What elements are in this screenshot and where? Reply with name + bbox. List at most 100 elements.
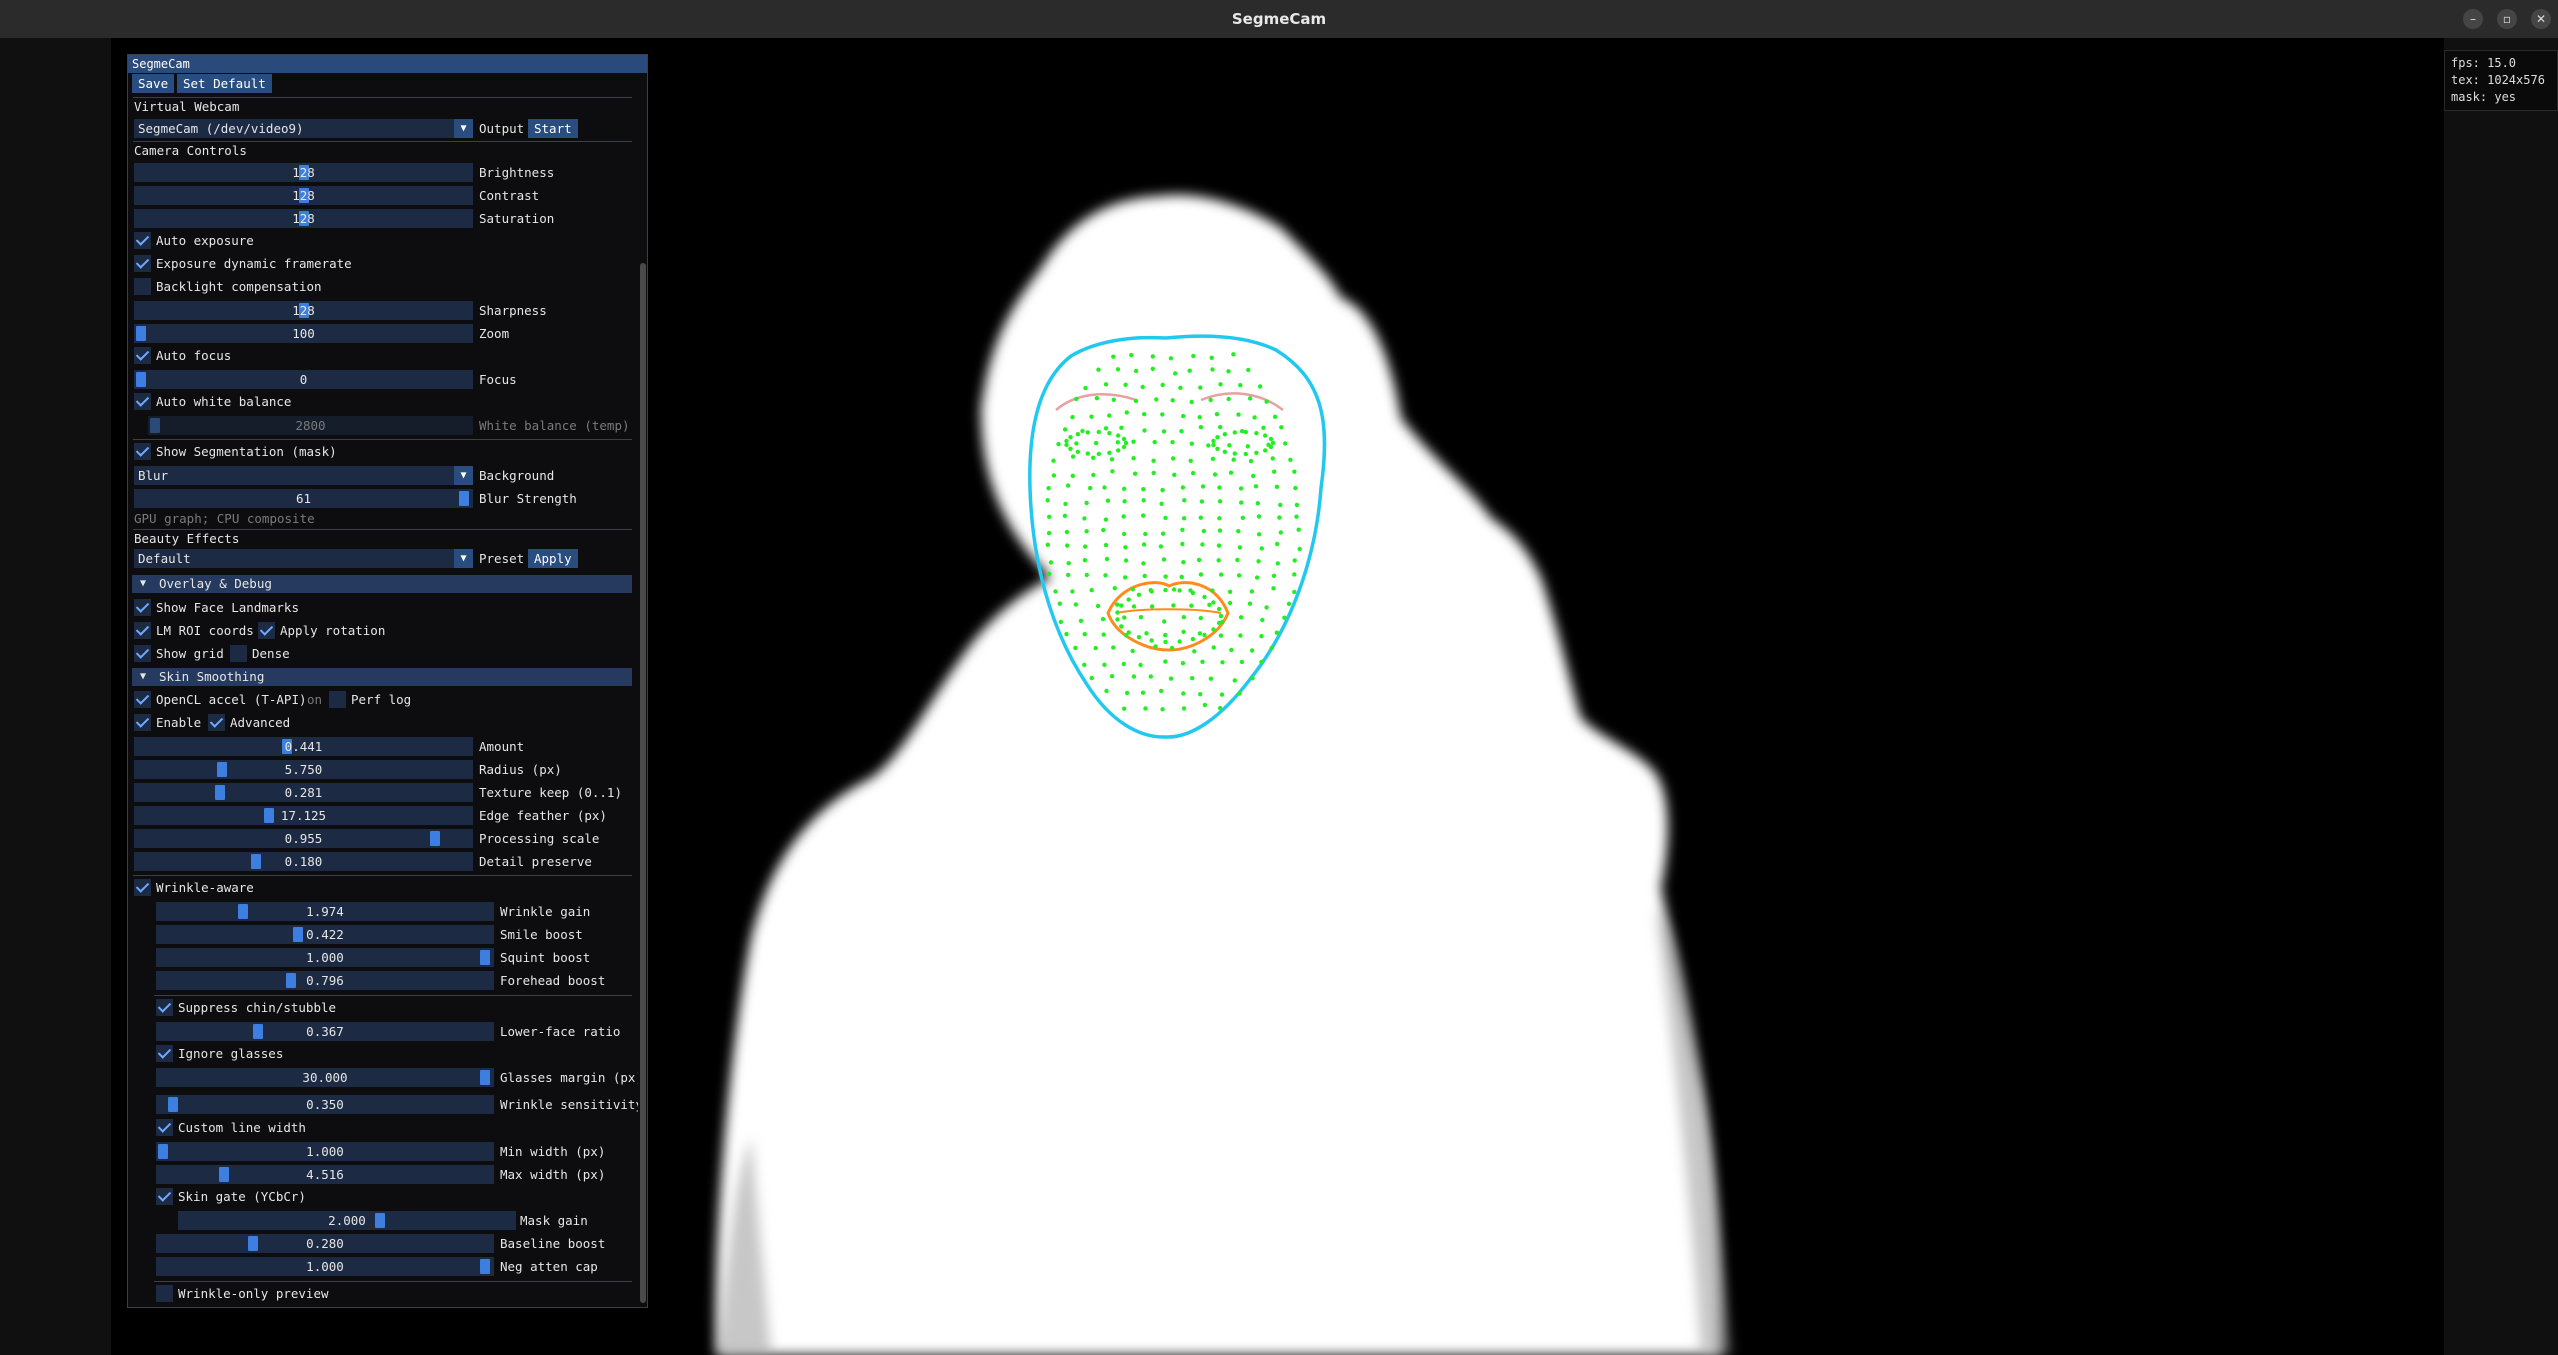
auto-exposure-checkbox[interactable]	[134, 232, 151, 249]
perf-log-checkbox[interactable]	[329, 691, 346, 708]
save-button[interactable]: Save	[132, 74, 175, 93]
enable-checkbox[interactable]	[134, 714, 151, 731]
landmark-dot	[1158, 544, 1164, 549]
processing-scale-slider[interactable]: 0.955	[134, 829, 473, 848]
scrollbar-thumb[interactable]	[640, 263, 646, 1303]
show-segmentation-checkbox[interactable]	[134, 443, 151, 460]
wrinkle-sensitivity-slider[interactable]: 0.350	[156, 1095, 494, 1114]
suppress-chin-checkbox[interactable]	[156, 999, 173, 1016]
show-landmarks-checkbox[interactable]	[134, 599, 151, 616]
landmark-dot	[1163, 632, 1168, 638]
wb-temp-value: 2800	[295, 418, 326, 433]
landmark-dot	[1141, 561, 1146, 566]
auto-wb-label: Auto white balance	[156, 394, 292, 409]
landmark-dot	[1109, 457, 1115, 462]
background-combo[interactable]: Blur ▼	[134, 466, 473, 485]
glasses-margin-slider[interactable]: 30.000	[156, 1068, 494, 1087]
landmark-dot	[1116, 433, 1121, 438]
apply-button[interactable]: Apply	[528, 549, 578, 568]
advanced-checkbox[interactable]	[208, 714, 225, 731]
exposure-dynamic-checkbox[interactable]	[134, 255, 151, 272]
device-combo[interactable]: SegmeCam (/dev/video9) ▼	[134, 119, 473, 138]
lower-face-slider[interactable]: 0.367	[156, 1022, 494, 1041]
landmark-dot	[1103, 573, 1108, 578]
radius-value: 5.750	[284, 762, 323, 777]
landmark-dot	[1218, 613, 1224, 619]
neg-atten-slider[interactable]: 1.000	[156, 1257, 494, 1276]
left-gutter	[0, 38, 111, 1355]
wb-temp-slider[interactable]: 2800	[148, 416, 473, 435]
texture-keep-slider[interactable]: 0.281	[134, 783, 473, 802]
detail-preserve-slider[interactable]: 0.180	[134, 852, 473, 871]
landmark-dot	[1200, 659, 1205, 664]
landmark-dot	[1294, 514, 1299, 519]
landmark-dot	[1123, 575, 1128, 580]
landmark-dot	[1122, 706, 1127, 711]
baseline-boost-slider[interactable]: 0.280	[156, 1234, 494, 1253]
landmark-dot	[1198, 425, 1204, 430]
overlay-debug-header[interactable]: ▼ Overlay & Debug	[132, 575, 632, 593]
radius-slider[interactable]: 5.750	[134, 760, 473, 779]
zoom-slider[interactable]: 100	[134, 324, 473, 343]
landmark-dot	[1045, 542, 1050, 547]
contrast-slider[interactable]: 128	[134, 186, 473, 205]
landmark-dot	[1107, 431, 1112, 436]
set-default-button[interactable]: Set Default	[177, 74, 272, 93]
blur-strength-slider[interactable]: 61	[134, 489, 473, 508]
landmark-dot	[1115, 617, 1120, 622]
focus-slider[interactable]: 0	[134, 370, 473, 389]
forehead-boost-slider[interactable]: 0.796	[156, 971, 494, 990]
amount-slider[interactable]: 0.441	[134, 737, 473, 756]
landmark-dot	[1104, 688, 1109, 694]
auto-wb-checkbox[interactable]	[134, 393, 151, 410]
skin-gate-checkbox[interactable]	[156, 1188, 173, 1205]
landmark-dot	[1163, 515, 1168, 521]
preset-combo[interactable]: Default ▼	[134, 549, 473, 568]
landmark-dot	[1220, 660, 1225, 665]
squint-boost-slider[interactable]: 1.000	[156, 948, 494, 967]
wrinkle-aware-checkbox[interactable]	[134, 879, 151, 896]
wrinkle-gain-slider[interactable]: 1.974	[156, 902, 494, 921]
landmark-dot	[1292, 558, 1297, 563]
landmark-dot	[1218, 382, 1223, 387]
ignore-glasses-checkbox[interactable]	[156, 1045, 173, 1062]
max-width-slider[interactable]: 4.516	[156, 1165, 494, 1184]
auto-focus-checkbox[interactable]	[134, 347, 151, 364]
min-width-slider[interactable]: 1.000	[156, 1142, 494, 1161]
smile-boost-slider[interactable]: 0.422	[156, 925, 494, 944]
landmark-dot	[1272, 414, 1278, 419]
maximize-button[interactable]: ▫	[2497, 9, 2517, 29]
landmark-dot	[1142, 573, 1147, 579]
edge-feather-slider[interactable]: 17.125	[134, 806, 473, 825]
brightness-slider[interactable]: 128	[134, 163, 473, 182]
show-grid-checkbox[interactable]	[134, 645, 151, 662]
start-button[interactable]: Start	[528, 119, 578, 138]
landmark-dot	[1202, 702, 1208, 708]
saturation-slider[interactable]: 128	[134, 209, 473, 228]
landmark-dot	[1216, 620, 1222, 626]
forehead-boost-label: Forehead boost	[500, 973, 606, 988]
wrinkle-preview-checkbox[interactable]	[156, 1285, 173, 1302]
close-button[interactable]: ✕	[2531, 9, 2551, 29]
background-combo-value: Blur	[138, 468, 169, 483]
opencl-checkbox[interactable]	[134, 691, 151, 708]
panel-title[interactable]: SegmeCam	[128, 55, 647, 73]
landmark-dot	[1190, 470, 1196, 476]
lm-roi-checkbox[interactable]	[134, 622, 151, 639]
apply-rotation-checkbox[interactable]	[258, 622, 275, 639]
landmark-dot	[1070, 473, 1075, 478]
edge-feather-label: Edge feather (px)	[479, 808, 607, 823]
separator	[133, 439, 632, 440]
skin-smoothing-header[interactable]: ▼ Skin Smoothing	[132, 668, 632, 686]
landmark-dot	[1046, 486, 1051, 491]
landmark-dot	[1066, 572, 1071, 578]
sharpness-slider[interactable]: 128	[134, 301, 473, 320]
control-panel: SegmeCam Save Set Default Virtual Webcam…	[127, 54, 648, 1308]
dense-checkbox[interactable]	[230, 645, 247, 662]
backlight-checkbox[interactable]	[134, 278, 151, 295]
mask-gain-slider[interactable]: 2.000	[178, 1211, 516, 1230]
custom-line-checkbox[interactable]	[156, 1119, 173, 1136]
panel-scrollbar[interactable]	[638, 73, 647, 1307]
minimize-button[interactable]: –	[2463, 9, 2483, 29]
landmark-dot	[1228, 470, 1234, 475]
